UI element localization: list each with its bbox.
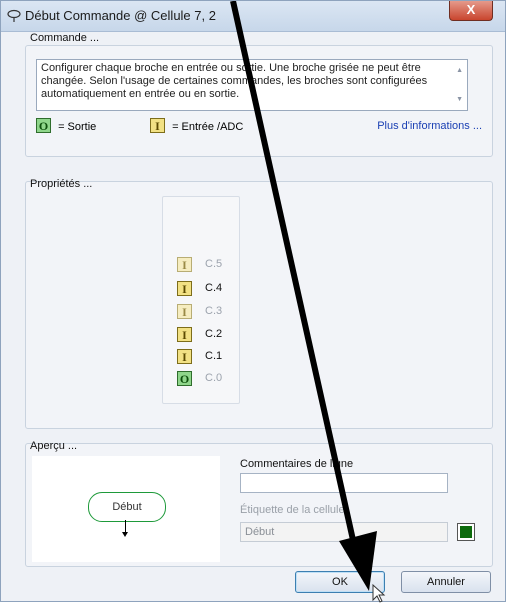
output-badge: O [36, 118, 51, 133]
start-node[interactable]: Début [88, 492, 166, 522]
pin-label: C.5 [205, 258, 223, 270]
color-swatch[interactable] [457, 523, 475, 541]
pin-label: C.0 [205, 372, 223, 384]
pin-label: C.1 [205, 350, 223, 362]
scroll-up-icon[interactable]: ▲ [456, 64, 463, 77]
line-comments-input[interactable] [240, 473, 448, 493]
pin-row-c1[interactable]: I C.1 [177, 349, 222, 367]
pin-badge[interactable]: O [177, 371, 192, 386]
line-comments-label: Commentaires de ligne [240, 458, 354, 470]
pin-row-c5[interactable]: I C.5 [177, 257, 222, 275]
description-textbox[interactable]: Configurer chaque broche en entrée ou so… [36, 59, 468, 111]
pin-row-c4[interactable]: I C.4 [177, 281, 222, 299]
description-text: Configurer chaque broche en entrée ou so… [41, 62, 428, 100]
pin-row-c0[interactable]: O C.0 [177, 371, 222, 389]
cancel-button[interactable]: Annuler [401, 571, 491, 593]
commande-group: Commande ... Configurer chaque broche en… [25, 32, 493, 157]
pin-label: C.4 [205, 282, 223, 294]
pin-row-c3[interactable]: I C.3 [177, 304, 222, 322]
commande-group-label: Commande ... [30, 32, 100, 44]
arrow-down-icon [122, 532, 128, 537]
pin-row-c2[interactable]: I C.2 [177, 327, 222, 345]
scroll-down-icon[interactable]: ▼ [456, 93, 463, 106]
app-icon [7, 9, 21, 22]
apercu-group: Aperçu ... Début Commentaires de ligne É… [25, 440, 493, 567]
color-swatch-fill [460, 526, 472, 538]
more-info-link[interactable]: Plus d'informations ... [377, 120, 482, 132]
output-legend-text: = Sortie [58, 121, 97, 133]
cell-label-label: Étiquette de la cellule [240, 504, 345, 516]
pins-panel: I C.5 I C.4 I C.3 I C.2 I C.1 O C.0 [162, 196, 240, 404]
pin-badge[interactable]: I [177, 327, 192, 342]
input-badge: I [150, 118, 165, 133]
pin-label: C.3 [205, 305, 223, 317]
pin-badge[interactable]: I [177, 304, 192, 319]
ok-button[interactable]: OK [295, 571, 385, 593]
pin-label: C.2 [205, 328, 223, 340]
legend-input: I = Entrée /ADC [150, 118, 243, 133]
dialog-window: Début Commande @ Cellule 7, 2 X Commande… [0, 0, 506, 603]
apercu-group-label: Aperçu ... [30, 440, 78, 452]
pin-badge[interactable]: I [177, 281, 192, 296]
proprietes-group: Propriétés ... I C.5 I C.4 I C.3 I C.2 I… [25, 178, 493, 429]
proprietes-group-label: Propriétés ... [30, 178, 93, 190]
flowchart-preview: Début [32, 456, 220, 562]
legend-output: O = Sortie [36, 118, 96, 133]
input-legend-text: = Entrée /ADC [172, 121, 244, 133]
pin-badge[interactable]: I [177, 257, 192, 272]
close-button[interactable]: X [449, 1, 493, 21]
title-bar[interactable]: Début Commande @ Cellule 7, 2 X [1, 1, 505, 32]
cell-label-input[interactable]: Début [240, 522, 448, 542]
window-title: Début Commande @ Cellule 7, 2 [25, 8, 216, 23]
pin-badge[interactable]: I [177, 349, 192, 364]
